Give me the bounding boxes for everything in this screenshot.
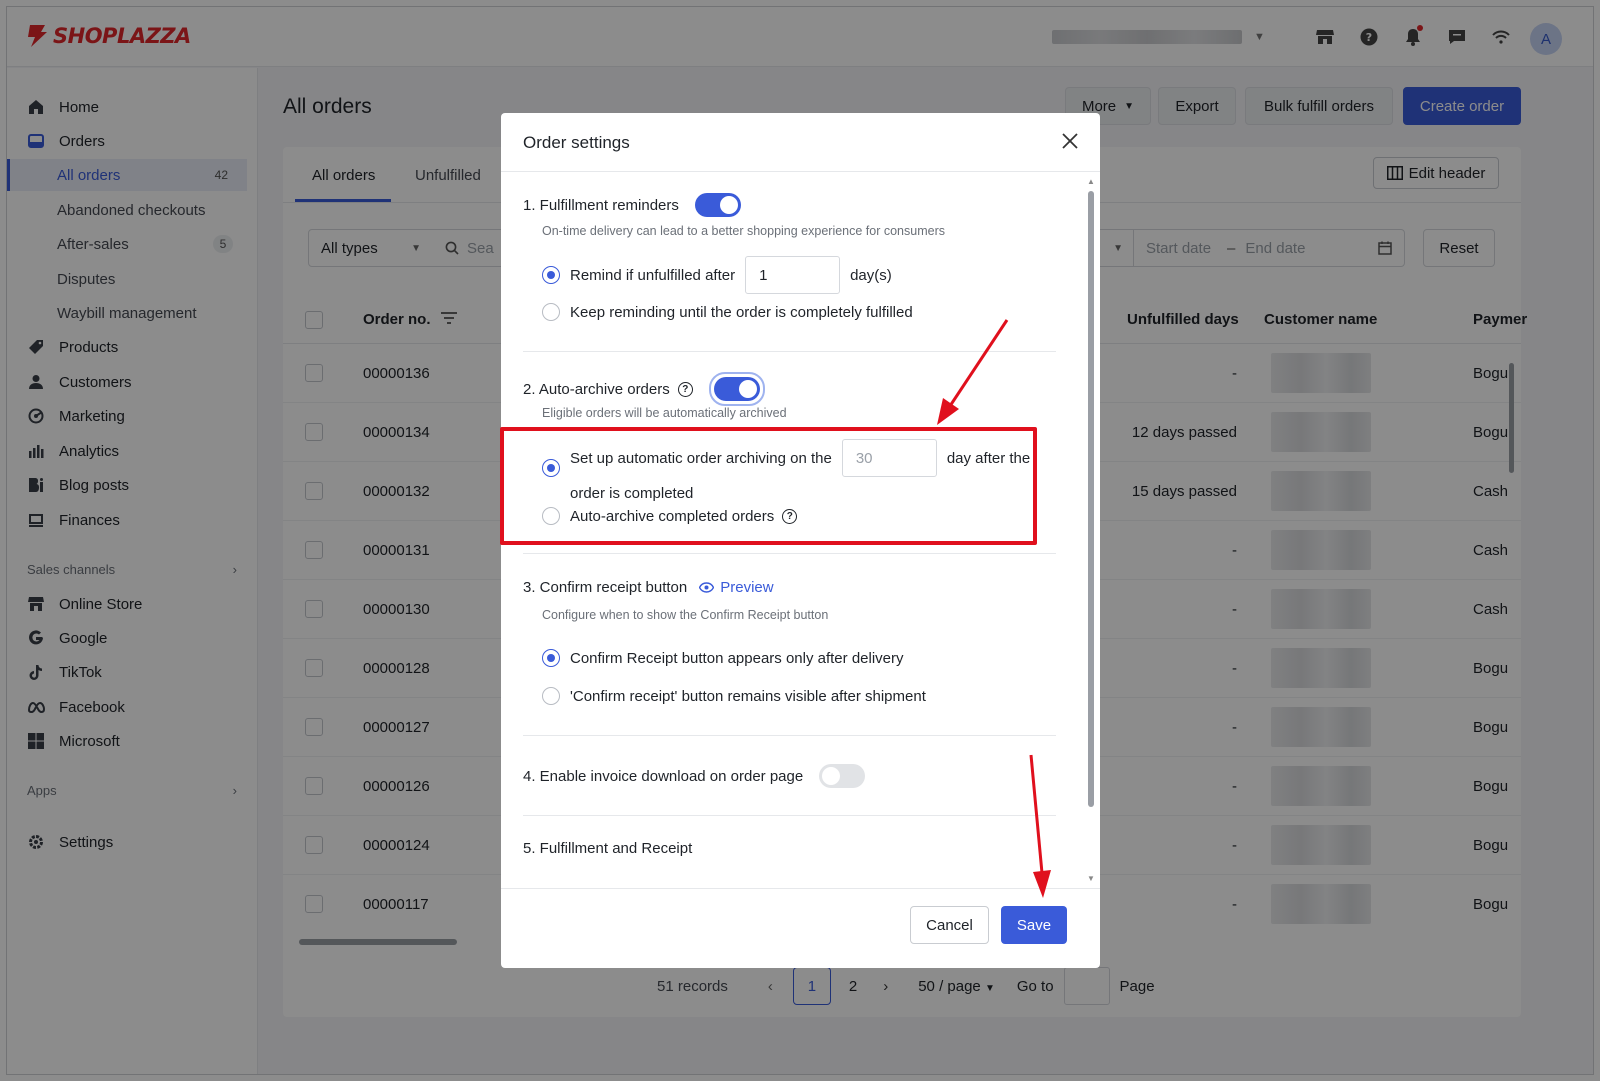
annotation-highlight-box: [500, 427, 1037, 545]
dialog-scrollbar[interactable]: ▲ ▼: [1086, 177, 1096, 883]
section-confirm-receipt: 3. Confirm receipt button Preview: [523, 579, 774, 596]
dialog-footer: Cancel Save: [501, 888, 1100, 968]
keep-reminding-option[interactable]: Keep reminding until the order is comple…: [542, 303, 913, 321]
confirm-after-shipment-option[interactable]: 'Confirm receipt' button remains visible…: [542, 687, 926, 705]
option-label: Confirm Receipt button appears only afte…: [570, 649, 904, 667]
close-icon[interactable]: [1058, 129, 1082, 153]
fulfillment-reminders-toggle[interactable]: [694, 193, 741, 217]
remind-days-input[interactable]: 1: [745, 256, 841, 294]
section-fulfillment-receipt: 5. Fulfillment and Receipt: [523, 840, 692, 857]
radio-unselected[interactable]: [542, 687, 560, 705]
section-divider: [523, 815, 1056, 816]
option-label: Keep reminding until the order is comple…: [570, 303, 913, 321]
section-title: 2. Auto-archive orders: [523, 380, 670, 398]
cancel-button[interactable]: Cancel: [910, 906, 989, 944]
link-label: Preview: [720, 579, 774, 596]
section-divider: [523, 351, 1056, 352]
section-title: 4. Enable invoice download on order page: [523, 767, 804, 785]
section-title: 3. Confirm receipt button: [523, 579, 688, 596]
section-fulfillment-reminders: 1. Fulfillment reminders: [523, 193, 741, 217]
section-invoice-download: 4. Enable invoice download on order page: [523, 764, 866, 788]
radio-selected[interactable]: [542, 266, 560, 284]
section-auto-archive: 2. Auto-archive orders ?: [523, 372, 765, 406]
confirm-after-delivery-option[interactable]: Confirm Receipt button appears only afte…: [542, 649, 904, 667]
preview-link[interactable]: Preview: [699, 579, 774, 596]
remind-after-option[interactable]: Remind if unfulfilled after 1 day(s): [542, 256, 892, 294]
radio-selected[interactable]: [542, 649, 560, 667]
invoice-download-toggle[interactable]: [819, 764, 866, 788]
option-label: Remind if unfulfilled after: [570, 266, 736, 284]
save-button[interactable]: Save: [1001, 906, 1067, 944]
auto-archive-toggle[interactable]: [713, 377, 760, 401]
auto-archive-toggle-focus: [708, 372, 765, 406]
section-title: 5. Fulfillment and Receipt: [523, 840, 693, 857]
eye-icon: [699, 582, 715, 593]
section-divider: [523, 553, 1056, 554]
scrollbar-thumb[interactable]: [1088, 191, 1094, 807]
unit-label: day(s): [850, 266, 892, 284]
section-description: On-time delivery can lead to a better sh…: [542, 224, 945, 238]
section-divider: [523, 735, 1056, 736]
dialog-header: Order settings: [501, 113, 1100, 172]
section-description: Configure when to show the Confirm Recei…: [542, 608, 829, 622]
question-icon[interactable]: ?: [677, 381, 693, 397]
section-title: 1. Fulfillment reminders: [523, 196, 679, 214]
section-description: Eligible orders will be automatically ar…: [542, 406, 787, 420]
radio-unselected[interactable]: [542, 303, 560, 321]
scroll-up-icon[interactable]: ▲: [1086, 177, 1096, 186]
scroll-down-icon[interactable]: ▼: [1086, 874, 1096, 883]
dialog-title: Order settings: [523, 133, 630, 152]
option-label: 'Confirm receipt' button remains visible…: [570, 687, 926, 705]
